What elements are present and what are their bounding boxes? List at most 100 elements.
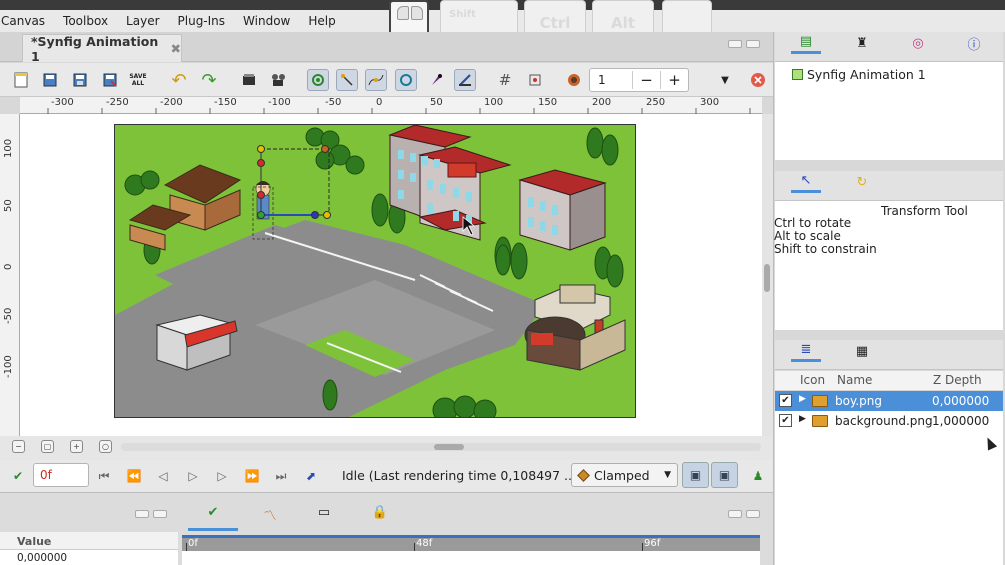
- zoom-out-icon[interactable]: −: [12, 440, 25, 453]
- save-all-icon[interactable]: SAVE ALL: [127, 69, 149, 91]
- dropdown-icon[interactable]: ▼: [714, 69, 736, 91]
- frame-spin-value: 1: [598, 73, 606, 87]
- background-color-icon[interactable]: [563, 69, 585, 91]
- decrement-button[interactable]: −: [632, 71, 660, 89]
- prev-frame-icon[interactable]: ◁: [154, 467, 172, 485]
- frame-spinbutton[interactable]: 1 − +: [589, 68, 689, 92]
- time-mark: 48f: [416, 538, 433, 549]
- menu-help[interactable]: Help: [299, 14, 344, 28]
- animation-mode-icon[interactable]: ✔: [9, 467, 27, 485]
- ruler-label: -100: [3, 355, 14, 378]
- seek-end-icon[interactable]: ⏭: [272, 467, 290, 485]
- interpolation-icon: [577, 468, 590, 482]
- new-file-icon[interactable]: [10, 69, 32, 91]
- layer-row[interactable]: ✔ ▶ boy.png 0,000000: [775, 391, 1003, 411]
- layer-zdepth: 1,000000: [932, 414, 990, 428]
- menu-window[interactable]: Window: [234, 14, 299, 28]
- prev-keyframe-icon[interactable]: ⏪: [125, 467, 143, 485]
- panel-grip[interactable]: [728, 510, 764, 522]
- snap-icon[interactable]: [524, 69, 546, 91]
- increment-button[interactable]: +: [660, 71, 688, 89]
- current-time-field[interactable]: 0f: [33, 463, 89, 487]
- seek-begin-icon[interactable]: ⏮: [95, 467, 113, 485]
- timetrack-tab-icon[interactable]: ✔: [202, 505, 224, 525]
- zoom-fit-icon[interactable]: ▢: [41, 440, 54, 453]
- onion-skin-icon[interactable]: [307, 69, 329, 91]
- menu-layer[interactable]: Layer: [117, 14, 168, 28]
- draw-icon[interactable]: [425, 69, 447, 91]
- play-icon[interactable]: ▷: [184, 467, 202, 485]
- canvas-horizontal-scrollbar[interactable]: [121, 443, 761, 451]
- ruler-label: 300: [700, 97, 720, 108]
- panel-grip[interactable]: [728, 40, 764, 52]
- close-icon[interactable]: ✖: [171, 41, 181, 56]
- toggle-ducks-icon[interactable]: [336, 69, 358, 91]
- layer-visibility-checkbox[interactable]: ✔: [779, 414, 792, 427]
- grid-icon[interactable]: #: [494, 69, 516, 91]
- chevron-down-icon: ▼: [664, 470, 671, 480]
- canvas-browser-tab-icon[interactable]: ▤: [791, 32, 821, 54]
- next-keyframe-icon[interactable]: ⏩: [243, 467, 261, 485]
- save-icon[interactable]: [69, 69, 91, 91]
- col-icon[interactable]: Icon: [800, 373, 825, 387]
- keyframe-lock-past-icon[interactable]: ▣: [682, 462, 709, 488]
- interpolation-dropdown[interactable]: Clamped ▼: [571, 463, 678, 487]
- tool-hint: Alt to scale: [774, 229, 841, 243]
- canvas-vertical-scrollbar[interactable]: [762, 114, 773, 436]
- folder-icon: [812, 395, 828, 407]
- circle-icon[interactable]: [395, 69, 417, 91]
- expand-arrow-icon[interactable]: ▶: [799, 394, 806, 404]
- canvas-icon: [792, 69, 803, 80]
- col-name[interactable]: Name: [837, 373, 872, 387]
- time-mark: 0f: [188, 538, 198, 549]
- horizontal-ruler: -300 -250 -200 -150 -100 -50 0 50 100 15…: [20, 97, 762, 114]
- save-as-icon[interactable]: [99, 69, 121, 91]
- vertical-ruler: 100 50 0 -50 -100: [0, 114, 20, 436]
- library-tab-icon[interactable]: 🔒: [369, 505, 391, 525]
- menu-canvas[interactable]: Canvas: [0, 14, 54, 28]
- ruler-label: -50: [325, 97, 342, 108]
- undo-icon[interactable]: ↶: [168, 69, 190, 91]
- ruler-label: -100: [268, 97, 291, 108]
- bline-icon[interactable]: [365, 69, 387, 91]
- keyframes-tab-icon[interactable]: ▭: [313, 505, 335, 525]
- open-file-icon[interactable]: [39, 69, 61, 91]
- interpolation-label: Clamped: [594, 467, 650, 483]
- stop-render-icon[interactable]: [747, 69, 769, 91]
- canvas-browser-tabs: ▤ ♜ ◎ ⓘ: [775, 32, 1003, 62]
- ruler-label: 50: [430, 97, 443, 108]
- expand-arrow-icon[interactable]: ▶: [799, 414, 806, 424]
- panel-grip[interactable]: [135, 510, 171, 522]
- sets-tab-icon[interactable]: ▦: [847, 340, 877, 362]
- scene-image[interactable]: [114, 124, 636, 418]
- menu-toolbox[interactable]: Toolbox: [54, 14, 117, 28]
- keyframe-lock-future-icon[interactable]: ▣: [711, 462, 738, 488]
- document-tab[interactable]: *Synfig Animation 1 ✖: [22, 34, 182, 64]
- bounds-icon[interactable]: ⬈: [302, 467, 320, 485]
- ruler-label: 250: [646, 97, 666, 108]
- info-tab-icon[interactable]: ⓘ: [959, 32, 989, 54]
- zoom-in-icon[interactable]: +: [70, 440, 83, 453]
- next-frame-icon[interactable]: ▷: [213, 467, 231, 485]
- render-icon[interactable]: [238, 69, 260, 91]
- canvas-browser-item[interactable]: Synfig Animation 1: [792, 67, 926, 82]
- animation-person-icon[interactable]: ♟: [749, 467, 767, 485]
- params-value-cell[interactable]: 0,000000: [0, 550, 178, 565]
- layer-row[interactable]: ✔ ▶ background.png 1,000000: [775, 411, 1003, 431]
- layers-tabs: ≣ ▦: [775, 340, 1003, 370]
- menu-plugins[interactable]: Plug-Ins: [169, 14, 235, 28]
- compass-tab-icon[interactable]: ◎: [903, 32, 933, 54]
- preview-icon[interactable]: [268, 69, 290, 91]
- ruler-label: 0: [376, 97, 383, 108]
- redo-icon[interactable]: ↷: [198, 69, 220, 91]
- curves-tab-icon[interactable]: 〽: [259, 505, 281, 525]
- layers-header: Icon Name Z Depth: [775, 371, 1003, 391]
- tool-options-tab-icon[interactable]: ↖: [791, 171, 821, 193]
- col-zdepth[interactable]: Z Depth: [933, 373, 982, 387]
- layer-visibility-checkbox[interactable]: ✔: [779, 394, 792, 407]
- layers-tab-icon[interactable]: ≣: [791, 340, 821, 362]
- zoom-reset-icon[interactable]: ○: [99, 440, 112, 453]
- navigator-tab-icon[interactable]: ♜: [847, 32, 877, 54]
- transform-icon[interactable]: [454, 69, 476, 91]
- history-tab-icon[interactable]: ↻: [847, 171, 877, 193]
